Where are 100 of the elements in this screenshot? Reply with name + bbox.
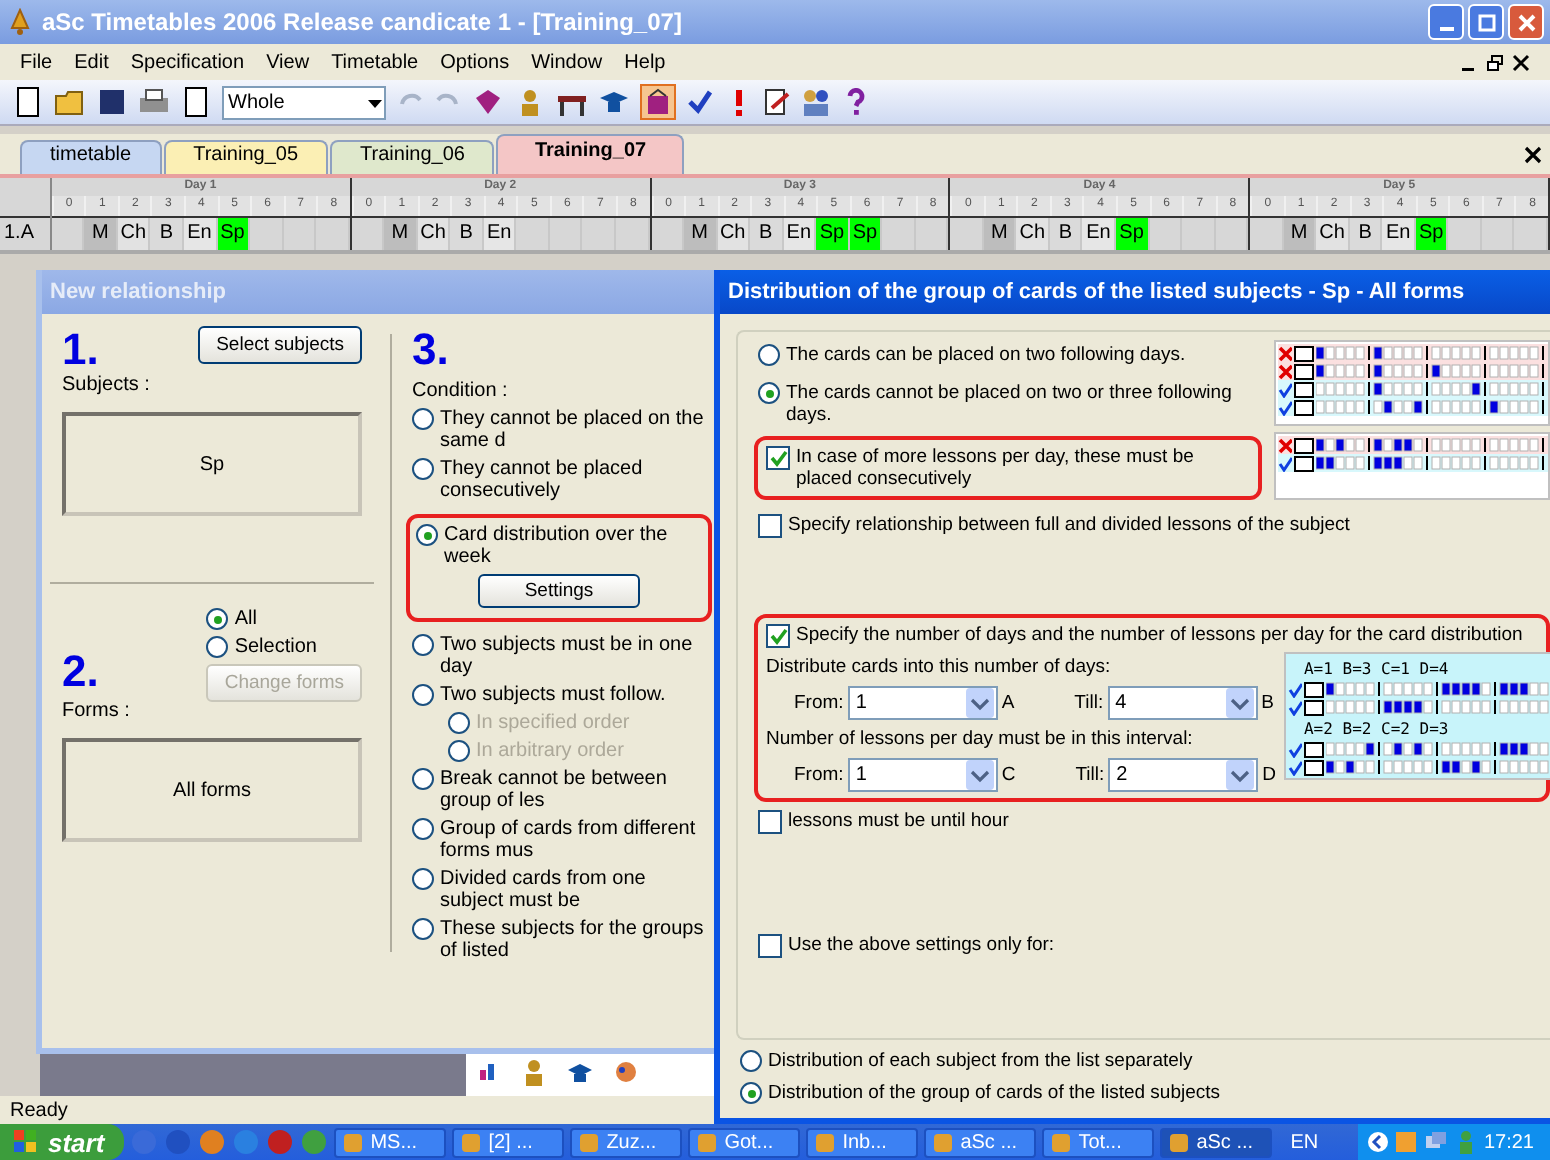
taskbar-button[interactable]: aSc ... xyxy=(1160,1127,1273,1157)
radio-option[interactable]: Two subjects must follow. xyxy=(412,684,706,706)
lesson-card[interactable]: Sp xyxy=(1116,218,1150,250)
lesson-card[interactable]: Ch xyxy=(717,218,751,250)
menu-item[interactable]: Options xyxy=(440,51,510,73)
menu-item[interactable]: View xyxy=(266,51,310,73)
radio-option[interactable]: Divided cards from one subject must be xyxy=(412,868,706,912)
lesson-card[interactable]: Ch xyxy=(117,218,151,250)
taskbar-button[interactable]: aSc ... xyxy=(924,1127,1037,1157)
checkbox-option[interactable]: Specify relationship between full and divided lessons of the subject xyxy=(754,514,1550,538)
radio-option[interactable]: Distribution of each subject from the list separately xyxy=(736,1050,1550,1072)
taskbar-button[interactable]: Inb... xyxy=(806,1127,919,1157)
field-label: Number of lessons per day must be in this interval: xyxy=(766,728,1195,750)
subjects-list[interactable]: Sp xyxy=(62,412,362,516)
lesson-card[interactable]: Sp xyxy=(816,218,850,250)
lesson-card[interactable]: En xyxy=(1082,218,1117,250)
menu-item[interactable]: Specification xyxy=(130,51,245,73)
edit-document-icon[interactable] xyxy=(762,88,790,116)
radio-option[interactable]: They cannot be placed on the same d xyxy=(412,408,706,452)
radio-option[interactable]: Group of cards from different forms mus xyxy=(412,818,706,862)
book-icon[interactable] xyxy=(472,86,504,118)
help-icon[interactable] xyxy=(842,88,870,116)
close-icon xyxy=(1517,13,1535,31)
radio-option[interactable]: Card distribution over the week xyxy=(416,524,702,568)
taskbar-button[interactable]: Zuz... xyxy=(570,1127,683,1157)
lesson-card[interactable]: Ch xyxy=(1316,218,1350,250)
number-dropdown[interactable]: 4 xyxy=(1107,686,1258,720)
open-folder-icon[interactable] xyxy=(54,86,86,118)
lesson-card[interactable]: Sp xyxy=(1415,218,1449,250)
print-preview-icon[interactable] xyxy=(180,86,212,118)
minimize-button[interactable] xyxy=(1428,4,1464,40)
lesson-card[interactable]: M xyxy=(684,218,718,250)
menu-item[interactable]: Timetable xyxy=(331,51,419,73)
tab[interactable]: timetable xyxy=(20,140,162,174)
lesson-card[interactable]: Ch xyxy=(417,218,451,250)
number-dropdown[interactable]: 2 xyxy=(1108,758,1259,792)
tab[interactable]: Training_07 xyxy=(496,134,685,174)
save-icon[interactable] xyxy=(96,86,128,118)
taskbar-button[interactable]: MS... xyxy=(334,1127,447,1157)
number-dropdown[interactable]: 1 xyxy=(847,758,998,792)
language-indicator[interactable]: EN xyxy=(1290,1131,1319,1153)
radio-option[interactable]: The cards can be placed on two following days. xyxy=(754,344,1262,366)
lesson-card[interactable]: M xyxy=(384,218,418,250)
graduation-cap-icon[interactable] xyxy=(598,86,630,118)
radio-option[interactable]: Distribution of the group of cards of the listed subjects xyxy=(736,1082,1550,1104)
view-select[interactable]: Whole xyxy=(222,85,386,119)
app-icon xyxy=(696,1131,719,1153)
close-icon[interactable] xyxy=(1524,145,1542,163)
checkbox-option[interactable]: lessons must be until hour xyxy=(754,810,1550,834)
menu-item[interactable]: File xyxy=(20,51,53,73)
radio-option[interactable]: The cards cannot be placed on two or three following days. xyxy=(754,382,1262,426)
settings-button[interactable]: Settings xyxy=(478,574,640,608)
radio-option[interactable]: Selection xyxy=(206,636,317,658)
palette-icon[interactable] xyxy=(612,1058,640,1086)
checkbox-option[interactable]: In case of more lessons per day, these must be placed consecutively xyxy=(766,446,1250,490)
lesson-card[interactable]: M xyxy=(84,218,118,250)
lesson-card[interactable]: En xyxy=(483,218,517,250)
lesson-card[interactable]: Sp xyxy=(217,218,251,250)
chevron-icon[interactable] xyxy=(1367,1130,1388,1154)
tab[interactable]: Training_05 xyxy=(163,140,329,174)
checkbox-option[interactable]: Specify the number of days and the number of lessons per day for the card distribution xyxy=(766,624,1538,648)
step-number: 1. xyxy=(62,326,99,374)
lesson-card[interactable]: Ch xyxy=(1016,218,1050,250)
menu-item[interactable]: Help xyxy=(624,51,666,73)
checkmark-icon[interactable] xyxy=(686,88,714,116)
menu-item[interactable]: Edit xyxy=(74,51,109,73)
graduation-cap-icon[interactable] xyxy=(566,1058,594,1086)
checkbox-option[interactable]: Use the above settings only for: xyxy=(754,934,1550,958)
select-subjects-button[interactable]: Select subjects xyxy=(198,326,362,364)
people-icon[interactable] xyxy=(800,86,832,118)
number-dropdown[interactable]: 1 xyxy=(847,686,998,720)
radio-option[interactable]: Two subjects must be in one day xyxy=(412,634,706,678)
lesson-card[interactable]: En xyxy=(1382,218,1416,250)
maximize-button[interactable] xyxy=(1468,4,1504,40)
taskbar-button[interactable]: Got... xyxy=(688,1127,801,1157)
toggle-tool-button[interactable] xyxy=(640,84,676,120)
restore-icon[interactable] xyxy=(1486,53,1504,71)
taskbar-button[interactable]: Tot... xyxy=(1042,1127,1155,1157)
menu-item[interactable]: Window xyxy=(531,51,603,73)
tab[interactable]: Training_06 xyxy=(330,140,495,174)
print-icon[interactable] xyxy=(138,86,170,118)
taskbar-button[interactable]: [2] ... xyxy=(452,1127,565,1157)
lesson-card[interactable]: M xyxy=(983,218,1017,250)
close-icon[interactable] xyxy=(1512,53,1530,71)
field-label: Condition : xyxy=(412,380,510,402)
field-label: B xyxy=(1261,692,1274,714)
teacher-icon[interactable] xyxy=(520,1058,548,1086)
lesson-card[interactable]: En xyxy=(183,218,217,250)
radio-option[interactable]: These subjects for the groups of listed xyxy=(412,918,706,962)
lesson-card[interactable]: Sp xyxy=(849,218,883,250)
radio-option[interactable]: They cannot be placed consecutively xyxy=(412,458,706,502)
lesson-card[interactable]: M xyxy=(1283,218,1317,250)
forms-list[interactable]: All forms xyxy=(62,738,362,842)
field-label: Till: xyxy=(1075,764,1105,786)
radio-option[interactable]: Break cannot be between group of les xyxy=(412,768,706,812)
new-document-icon[interactable] xyxy=(12,86,44,118)
close-button[interactable] xyxy=(1508,4,1544,40)
radio-option[interactable]: All xyxy=(206,608,257,630)
app-icon xyxy=(578,1131,601,1153)
lesson-card[interactable]: En xyxy=(783,218,817,250)
